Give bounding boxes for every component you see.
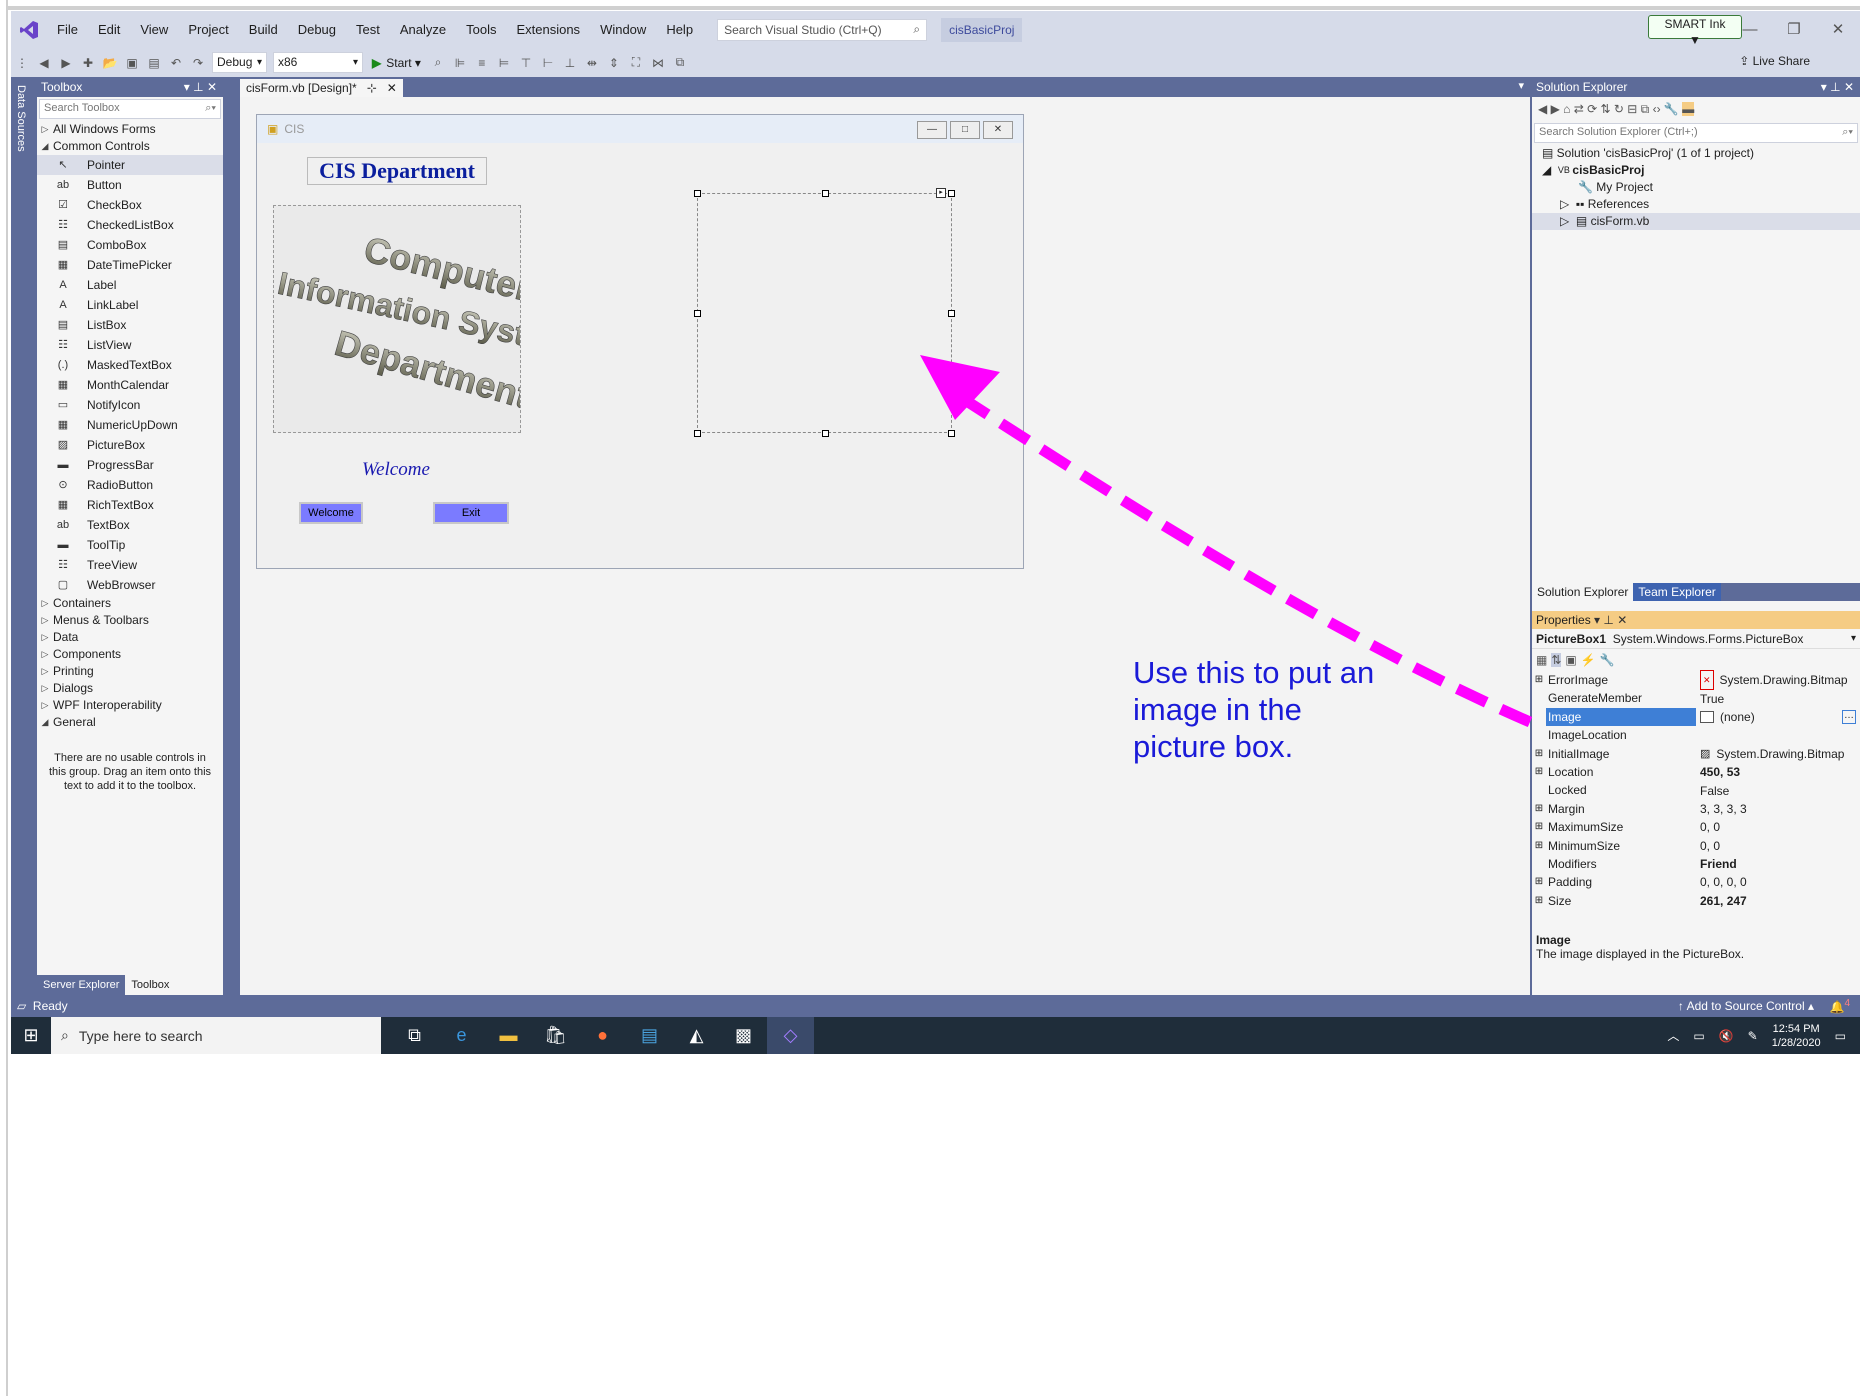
annotation-text: Use this to put an image in the picture … [1133,655,1375,764]
annotation-arrow [920,355,1533,728]
